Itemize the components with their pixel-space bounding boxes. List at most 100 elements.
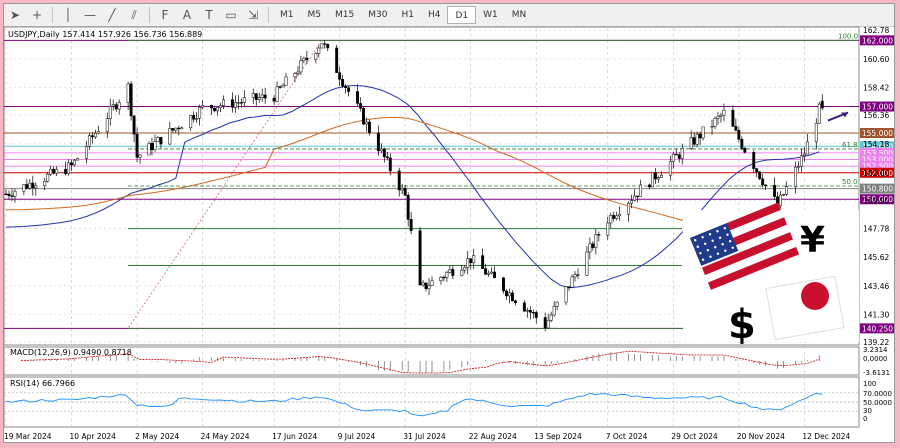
candle-body	[356, 91, 359, 104]
candle-body	[481, 255, 485, 269]
date-axis-label: 7 Oct 2024	[606, 432, 648, 441]
candle-body	[189, 115, 193, 129]
candle-body	[549, 314, 553, 321]
candle-body	[639, 184, 642, 197]
candle-body	[445, 272, 449, 278]
candle-body	[263, 94, 267, 99]
dollar-symbol-icon: $	[728, 302, 756, 348]
date-axis-label: 12 Dec 2024	[802, 432, 850, 441]
candle-body	[439, 276, 443, 282]
candle-body	[799, 155, 803, 167]
candle-body	[585, 251, 589, 276]
candle-body	[171, 128, 175, 131]
rsi-label: RSI(14) 66.7966	[10, 379, 75, 388]
candle-body	[796, 166, 800, 168]
candle-body	[627, 202, 631, 215]
candle-body	[376, 132, 380, 152]
candle-body	[653, 172, 657, 180]
candle-body	[814, 123, 818, 143]
candle-body	[25, 184, 29, 189]
rsi-axis-label: 0	[863, 415, 867, 423]
candle-body	[64, 168, 68, 174]
candle-body	[591, 243, 595, 248]
candle-body	[13, 190, 17, 197]
candle-body	[633, 195, 637, 201]
candle-body	[156, 137, 160, 142]
candle-body	[272, 97, 276, 102]
yen-symbol-icon: ¥	[800, 220, 825, 261]
candle-body	[674, 153, 678, 156]
candle-body	[129, 83, 133, 117]
level-price-label: 140.250	[862, 324, 893, 333]
candle-body	[135, 133, 139, 158]
candle-body	[427, 285, 431, 290]
japan-flag-sun-icon	[801, 282, 829, 310]
candle-body	[210, 105, 214, 109]
date-axis-label: 31 Jul 2024	[403, 432, 446, 441]
date-axis-label: 2 May 2024	[135, 432, 179, 441]
candle-body	[90, 135, 94, 138]
candle-body	[251, 93, 255, 98]
fibonacci-ratio-label: 100.0	[838, 32, 858, 40]
candle-body	[70, 162, 73, 166]
candle-body	[573, 274, 577, 278]
candle-body	[719, 114, 723, 117]
candle-body	[656, 177, 660, 180]
candle-body	[87, 135, 91, 147]
candle-body	[695, 133, 699, 145]
candle-body	[222, 99, 225, 106]
candle-body	[147, 142, 151, 156]
candle-body	[734, 126, 738, 131]
candle-body	[233, 102, 237, 108]
candle-body	[701, 126, 705, 139]
candle-body	[159, 137, 163, 145]
candle-body	[740, 139, 744, 149]
candle-body	[195, 117, 199, 120]
price-axis-label: 143.46	[863, 282, 889, 291]
candle-body	[630, 200, 634, 204]
candle-body	[22, 184, 26, 192]
candle-body	[531, 312, 535, 314]
candle-body	[338, 72, 342, 80]
candle-body	[43, 180, 47, 187]
candle-body	[323, 43, 327, 45]
candle-body	[403, 187, 407, 196]
candle-body	[314, 53, 318, 60]
price-axis-label: 154.18	[863, 140, 889, 149]
candle-body	[606, 222, 610, 236]
candle-body	[564, 286, 568, 303]
candle-body	[737, 130, 741, 140]
candle-body	[588, 243, 592, 253]
price-axis-label: 141.30	[863, 310, 889, 319]
candle-body	[534, 312, 538, 318]
candle-body	[451, 269, 455, 276]
candle-body	[388, 157, 392, 172]
candle-body	[52, 168, 56, 174]
chart-header: USDJPY,Daily 157.414 157.926 156.736 156…	[8, 30, 202, 39]
price-chart[interactable]: 162.000157.000155.000154.000153.500153.0…	[0, 0, 900, 448]
candle-body	[10, 195, 14, 197]
candle-body	[648, 184, 651, 188]
candle-body	[382, 148, 386, 158]
candle-body	[513, 300, 517, 304]
candle-body	[111, 104, 115, 107]
price-axis-label: 156.36	[863, 111, 889, 120]
candle-body	[490, 271, 494, 274]
candle-body	[761, 178, 765, 186]
candle-body	[84, 146, 88, 159]
candle-body	[31, 182, 35, 189]
candle-body	[406, 195, 410, 220]
candle-body	[150, 142, 154, 151]
candle-body	[28, 182, 32, 189]
candle-body	[132, 115, 136, 135]
price-axis-label: 160.60	[863, 55, 889, 64]
candle-body	[257, 97, 261, 100]
candle-body	[126, 83, 130, 103]
candle-body	[570, 276, 574, 288]
candle-body	[552, 306, 556, 316]
candle-body	[201, 105, 205, 108]
candle-body	[502, 277, 505, 292]
candle-body	[114, 104, 118, 110]
candle-body	[105, 118, 109, 132]
macd-panel[interactable]	[3, 346, 860, 376]
